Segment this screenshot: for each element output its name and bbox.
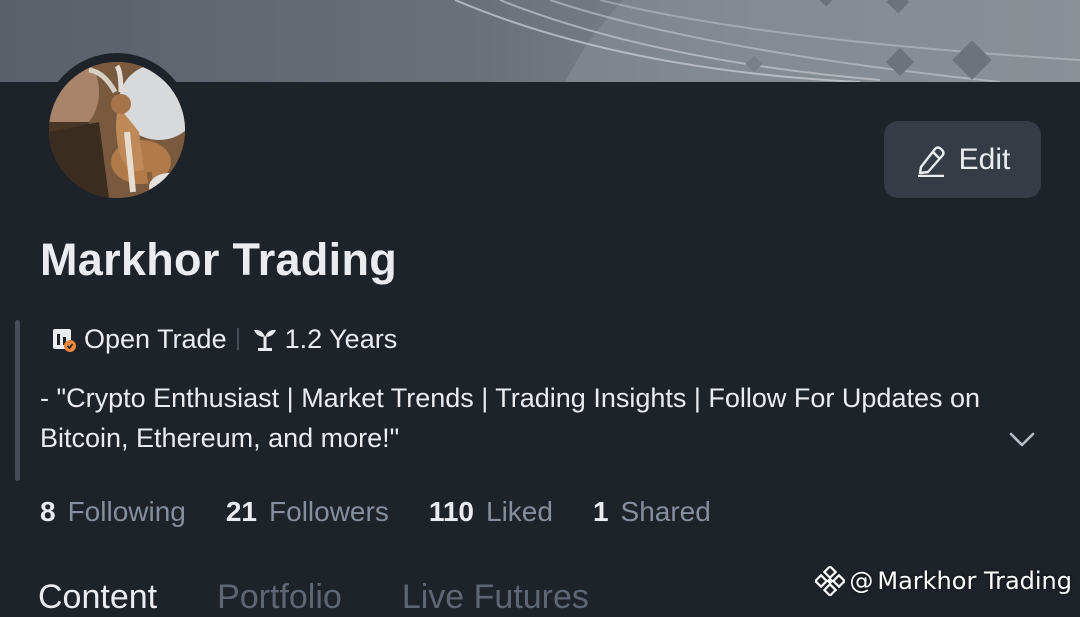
stat-liked[interactable]: 110 Liked <box>429 496 553 528</box>
stat-value: 21 <box>225 496 258 527</box>
watermark: @ Markhor Trading <box>815 566 1072 596</box>
profile-bio: - "Crypto Enthusiast | Market Trends | T… <box>40 383 981 453</box>
stat-label: Followers <box>269 496 389 527</box>
tag-open-trade-label: Open Trade <box>84 323 227 354</box>
tag-divider <box>236 328 239 350</box>
edit-profile-button[interactable]: Edit <box>884 121 1041 198</box>
open-trade-icon <box>53 329 76 352</box>
binance-logo-icon <box>815 566 846 596</box>
tab-portfolio[interactable]: Portfolio <box>217 578 342 617</box>
avatar[interactable] <box>49 62 185 198</box>
stat-followers[interactable]: 21 Followers <box>226 496 389 528</box>
watermark-name: Markhor Trading <box>877 567 1072 595</box>
tag-years[interactable]: 1.2 Years <box>251 323 398 355</box>
bio-quote-bar <box>15 320 20 481</box>
stat-value: 8 <box>40 496 56 527</box>
profile-stats: 8 Following 21 Followers 110 Liked 1 Sha… <box>40 490 751 534</box>
stat-value: 110 <box>428 496 474 527</box>
profile-tags: Open Trade 1.2 Years <box>50 318 397 360</box>
pencil-icon <box>917 145 945 177</box>
stat-label: Shared <box>620 496 711 527</box>
tag-open-trade[interactable]: Open Trade <box>50 324 227 355</box>
profile-name: Markhor Trading <box>40 234 398 285</box>
stat-value: 1 <box>592 496 609 527</box>
watermark-at: @ <box>849 567 874 595</box>
stat-label: Liked <box>486 496 553 527</box>
tab-content[interactable]: Content <box>38 578 157 617</box>
edit-label: Edit <box>958 142 1011 176</box>
chevron-down-icon[interactable] <box>1008 427 1036 451</box>
stat-following[interactable]: 8 Following <box>40 496 186 528</box>
profile-tabs: Content Portfolio Live Futures <box>38 578 649 617</box>
stat-shared[interactable]: 1 Shared <box>593 496 711 528</box>
sprout-icon <box>253 329 276 351</box>
tag-years-label: 1.2 Years <box>284 323 398 354</box>
stat-label: Following <box>67 496 186 527</box>
tab-live-futures[interactable]: Live Futures <box>402 578 589 617</box>
